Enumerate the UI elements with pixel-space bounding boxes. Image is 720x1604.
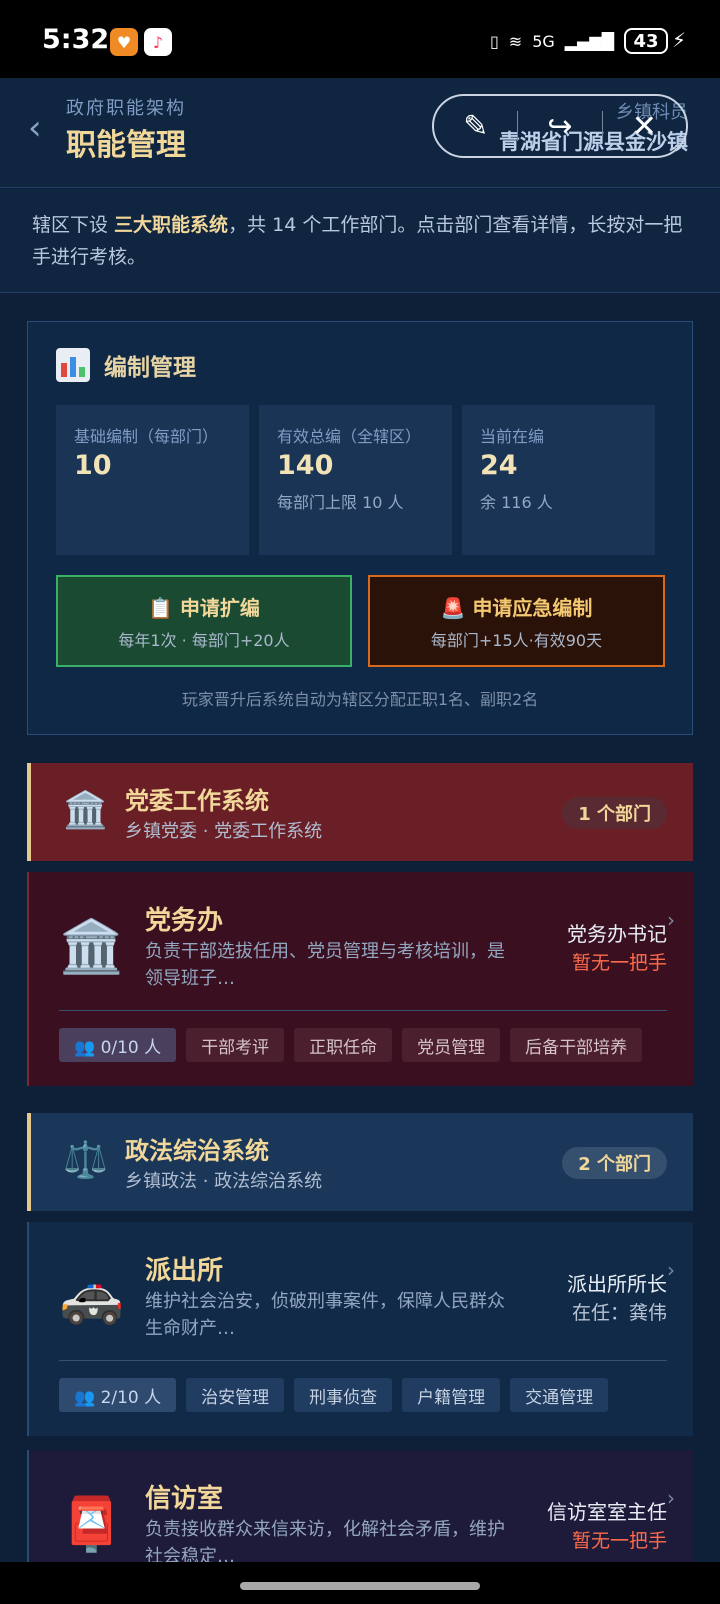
page-title: 职能管理: [66, 128, 186, 163]
apply-emergency-desc: 每部门+15人·有效90天: [430, 630, 603, 650]
department-card-party-office[interactable]: 🏛️ 党务办 负责干部选拔任用、党员管理与考核培训，是领导班子… 党务办书记 暂…: [27, 872, 693, 1086]
system-nav-bar: [0, 1562, 720, 1604]
bar-chart-icon: [56, 348, 90, 382]
staffing-note: 玩家晋升后系统自动为辖区分配正职1名、副职2名: [181, 690, 539, 709]
magic-pen-icon[interactable]: ✎: [434, 109, 517, 144]
stat-sub: 余 116 人: [480, 493, 553, 512]
stat-current-staff: 当前在编 24 余 116 人: [462, 405, 655, 555]
network-label: 5G: [532, 31, 555, 51]
function-tag: 后备干部培养: [510, 1028, 643, 1062]
system-header-party[interactable]: 🏛️ 党委工作系统 乡镇党委 · 党委工作系统 1 个部门: [27, 763, 693, 861]
department-count-badge: 1 个部门: [562, 797, 667, 829]
charging-icon: ⚡: [671, 28, 686, 52]
stat-value: 10: [74, 450, 112, 481]
stat-sub: 每部门上限 10 人: [277, 493, 404, 512]
battery-icon: 43: [624, 28, 668, 54]
system-name: 党委工作系统: [125, 787, 269, 815]
leader-status: 在任：龚伟: [571, 1302, 667, 1324]
back-chevron-icon[interactable]: ‹: [28, 108, 42, 148]
function-tag: 刑事侦查: [294, 1378, 393, 1412]
divider: [59, 1360, 667, 1361]
police-car-icon: 🚓: [59, 1267, 124, 1327]
mini-program-capsule: ✎ ↪ ✕: [432, 94, 688, 158]
apply-expansion-label: 申请扩编: [179, 595, 260, 620]
function-tag: 党员管理: [402, 1028, 501, 1062]
department-desc: 负责干部选拔任用、党员管理与考核培训，是领导班子…: [145, 941, 505, 989]
staffing-panel: 编制管理 基础编制（每部门） 10 有效总编（全辖区） 140 每部门上限 10…: [27, 321, 693, 735]
stat-value: 140: [277, 450, 334, 481]
apply-expansion-desc: 每年1次 · 每部门+20人: [118, 630, 290, 650]
function-tag: 治安管理: [186, 1378, 285, 1412]
government-building-icon: 🏛️: [59, 917, 124, 977]
signal-icon: ▂▄▆█: [564, 31, 614, 51]
clipboard-icon: 📋: [148, 595, 173, 620]
status-bar: 5:32 ♥ ♪ ▯ ≋ 5G ▂▄▆█ 43 ⚡: [0, 0, 720, 78]
mailbox-icon: 📮: [59, 1495, 124, 1555]
headcount-tag: 👥 2/10 人: [59, 1378, 177, 1412]
share-icon[interactable]: ↪: [518, 109, 601, 144]
system-name: 政法综治系统: [125, 1137, 269, 1165]
system-meta: 乡镇政法 · 政法综治系统: [125, 1171, 323, 1192]
health-app-icon: ♥: [110, 28, 138, 56]
staffing-title: 编制管理: [104, 355, 196, 381]
header-subtitle: 政府职能架构: [66, 98, 186, 119]
wifi-icon: ≋: [508, 31, 523, 51]
department-tags: 👥 0/10 人 干部考评 正职任命 党员管理 后备干部培养: [59, 1028, 643, 1062]
chevron-right-icon: ›: [667, 1486, 675, 1510]
music-app-icon: ♪: [144, 28, 172, 56]
department-tags: 👥 2/10 人 治安管理 刑事侦查 户籍管理 交通管理: [59, 1378, 609, 1412]
system-header-law[interactable]: ⚖️ 政法综治系统 乡镇政法 · 政法综治系统 2 个部门: [27, 1113, 693, 1211]
stat-base-quota: 基础编制（每部门） 10: [56, 405, 249, 555]
siren-icon: 🚨: [440, 595, 466, 620]
vibrate-icon: ▯: [489, 31, 499, 51]
divider: [59, 1010, 667, 1011]
leader-title: 派出所所长: [567, 1272, 667, 1296]
staffing-title-row: 编制管理: [56, 348, 196, 382]
apply-emergency-label: 申请应急编制: [472, 595, 593, 620]
intro-text: 辖区下设 三大职能系统，共 14 个工作部门。点击部门查看详情，长按对一把手进行…: [0, 189, 720, 293]
apply-expansion-button[interactable]: 📋 申请扩编 每年1次 · 每部门+20人: [56, 575, 352, 667]
department-card-petition-office[interactable]: 📮 信访室 负责接收群众来信来访，化解社会矛盾，维护社会稳定… 信访室室主任 暂…: [27, 1450, 693, 1567]
department-name: 派出所: [145, 1256, 224, 1286]
function-tag: 交通管理: [510, 1378, 609, 1412]
leader-status: 暂无一把手: [571, 952, 667, 974]
scales-icon: ⚖️: [63, 1140, 108, 1181]
stat-label: 基础编制（每部门）: [74, 427, 219, 446]
department-card-police-station[interactable]: 🚓 派出所 维护社会治安，侦破刑事案件，保障人民群众生命财产… 派出所所长 在任…: [27, 1222, 693, 1436]
stat-label: 当前在编: [480, 427, 545, 446]
government-building-icon: 🏛️: [63, 790, 108, 831]
headcount-tag: 👥 0/10 人: [59, 1028, 177, 1062]
department-count-badge: 2 个部门: [562, 1147, 667, 1179]
system-meta: 乡镇党委 · 党委工作系统: [125, 821, 323, 842]
apply-emergency-button[interactable]: 🚨 申请应急编制 每部门+15人·有效90天: [368, 575, 665, 667]
stat-total-quota: 有效总编（全辖区） 140 每部门上限 10 人: [259, 405, 452, 555]
leader-title: 党务办书记: [567, 922, 667, 946]
stat-label: 有效总编（全辖区）: [277, 427, 422, 446]
leader-title: 信访室室主任: [547, 1500, 667, 1524]
department-name: 党务办: [145, 906, 224, 936]
close-icon[interactable]: ✕: [603, 109, 686, 144]
intro-prefix: 辖区下设: [32, 214, 115, 236]
department-desc: 维护社会治安，侦破刑事案件，保障人民群众生命财产…: [145, 1291, 505, 1339]
chevron-right-icon: ›: [667, 908, 675, 932]
status-indicators: ▯ ≋ 5G ▂▄▆█ 43: [490, 28, 668, 54]
function-tag: 干部考评: [186, 1028, 285, 1062]
chevron-right-icon: ›: [667, 1258, 675, 1282]
status-time: 5:32: [42, 24, 110, 55]
function-tag: 正职任命: [294, 1028, 393, 1062]
department-name: 信访室: [145, 1484, 224, 1514]
stat-value: 24: [480, 450, 518, 481]
function-tag: 户籍管理: [402, 1378, 501, 1412]
leader-status: 暂无一把手: [571, 1530, 667, 1552]
home-indicator[interactable]: [240, 1582, 480, 1590]
intro-highlight: 三大职能系统: [114, 214, 229, 236]
page-header: ‹ 政府职能架构 职能管理 乡镇科员 青湖省门源县金沙镇 ✎ ↪ ✕: [0, 78, 720, 188]
